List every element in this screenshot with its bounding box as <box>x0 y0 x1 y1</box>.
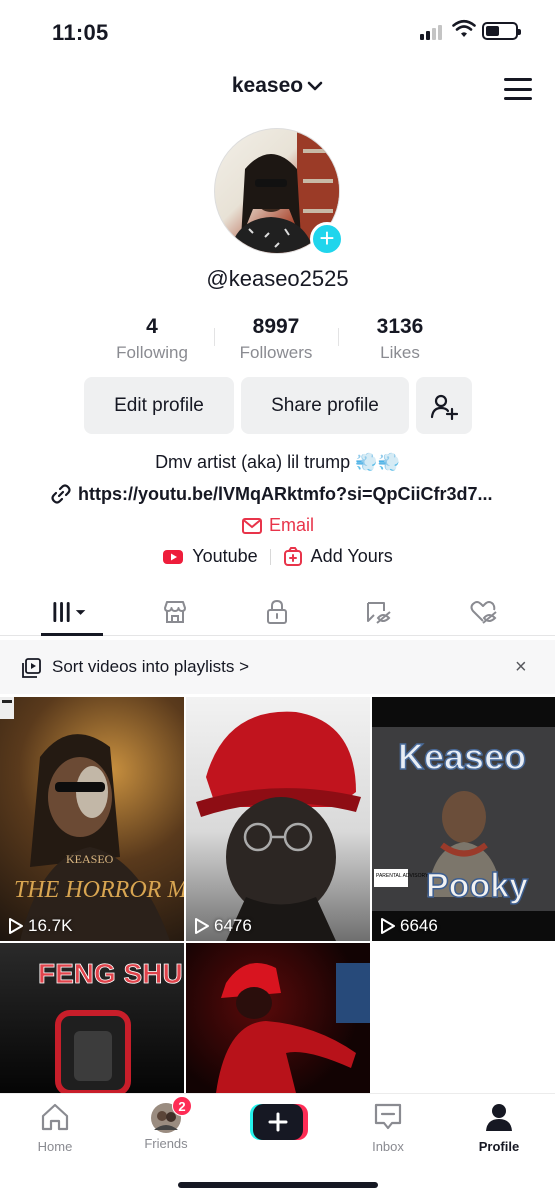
view-count: 16.7K <box>8 916 72 936</box>
grid-icon <box>53 602 86 622</box>
video-tile[interactable]: KEASEO THE HORROR MOVIE 16.7K <box>0 697 184 941</box>
stat-label: Following <box>116 343 188 362</box>
view-count-text: 16.7K <box>28 916 73 935</box>
video-thumbnail <box>216 963 370 1093</box>
lock-icon <box>267 599 287 624</box>
video-thumbnail: Keaseo PARENTAL ADVISORY Pooky <box>372 727 555 911</box>
close-icon[interactable]: × <box>515 656 527 679</box>
add-friend-button[interactable] <box>416 377 472 434</box>
plus-icon <box>250 1104 308 1140</box>
tile-artist: Keaseo <box>398 736 526 777</box>
tab-videos[interactable] <box>52 598 92 626</box>
link-icon <box>51 484 71 504</box>
home-indicator <box>178 1182 378 1188</box>
divider <box>213 328 215 346</box>
link-text: https://youtu.be/lVMqARktmfo?si=QpCiiCfr… <box>78 483 493 504</box>
friends-avatar-wrap: 2 <box>150 1096 192 1134</box>
view-count: 6646 <box>380 916 438 936</box>
content-tabs <box>0 590 555 636</box>
view-count-text: 6646 <box>400 916 438 935</box>
notification-badge: 2 <box>172 1096 192 1116</box>
view-count: 6476 <box>194 916 252 936</box>
email-button[interactable]: Email <box>0 515 555 536</box>
video-thumbnail: FENG SHUI <box>38 958 184 1093</box>
stat-value: 4 <box>146 315 158 338</box>
chevron-down-icon <box>307 81 323 91</box>
hamburger-menu-icon[interactable] <box>504 78 532 100</box>
battery-icon <box>482 22 521 40</box>
stat-label: Likes <box>380 343 420 362</box>
email-label: Email <box>268 515 314 535</box>
video-tile[interactable]: FENG SHUI <box>0 943 184 1093</box>
social-links: Youtube Add Yours <box>0 546 555 567</box>
playlist-icon <box>22 658 41 678</box>
view-count-text: 6476 <box>214 916 252 935</box>
divider <box>337 328 339 346</box>
person-icon <box>486 1104 512 1131</box>
home-icon <box>41 1103 69 1131</box>
create-button[interactable] <box>238 1104 318 1143</box>
username: keaseo <box>231 74 304 97</box>
stat-label: Followers <box>239 343 313 362</box>
divider <box>269 548 271 565</box>
account-switcher[interactable]: keaseo <box>0 74 555 98</box>
video-thumbnail: KEASEO THE HORROR MOVIE <box>0 697 184 941</box>
tab-liked[interactable] <box>463 598 503 626</box>
add-user-icon <box>430 394 458 420</box>
tile-badge: PARENTAL ADVISORY <box>376 873 429 879</box>
profile-link[interactable]: https://youtu.be/lVMqARktmfo?si=QpCiiCfr… <box>50 483 510 505</box>
play-icon <box>9 918 23 934</box>
mail-icon <box>241 517 262 534</box>
tile-artist: KEASEO <box>66 852 114 866</box>
play-icon <box>381 918 395 934</box>
repost-hidden-icon <box>367 602 391 624</box>
profile-bio: Dmv artist (aka) lil trump 💨💨 <box>155 452 400 472</box>
tile-title: THE HORROR MOVIE <box>14 877 184 903</box>
stat-followers[interactable]: 8997 Followers <box>220 314 332 364</box>
nav-profile[interactable]: Profile <box>459 1102 539 1154</box>
active-tab-indicator <box>41 633 103 636</box>
inbox-icon <box>374 1103 402 1130</box>
status-time: 11:05 <box>52 20 109 45</box>
video-tile[interactable]: Keaseo PARENTAL ADVISORY Pooky 6646 <box>372 697 555 941</box>
add-yours-icon <box>283 546 302 566</box>
share-profile-button[interactable]: Share profile <box>241 377 409 434</box>
tab-private[interactable] <box>257 598 297 626</box>
nav-inbox[interactable]: Inbox <box>348 1102 428 1154</box>
profile-handle: @keaseo2525 <box>206 266 349 291</box>
nav-home[interactable]: Home <box>15 1102 95 1154</box>
tile-title: Pooky <box>426 867 528 905</box>
play-icon <box>195 918 209 934</box>
profile-stats: 4 Following 8997 Followers 3136 Likes <box>96 314 456 364</box>
nav-label: Profile <box>478 1139 520 1154</box>
youtube-link[interactable]: Youtube <box>192 546 257 567</box>
heart-hidden-icon <box>470 601 497 624</box>
add-yours-link[interactable]: Add Yours <box>311 546 393 567</box>
youtube-icon <box>163 549 184 564</box>
cellular-signal-icon <box>420 24 442 40</box>
shop-icon <box>164 601 186 623</box>
stat-value: 8997 <box>252 315 300 338</box>
tab-shop[interactable] <box>155 598 195 626</box>
video-thumbnail <box>196 711 361 941</box>
video-tile[interactable] <box>186 943 370 1093</box>
wifi-icon <box>452 19 476 37</box>
tab-reposts[interactable] <box>358 598 398 626</box>
add-story-button[interactable]: + <box>310 222 344 256</box>
tile-title: FENG SHUI <box>38 958 184 989</box>
edit-profile-button[interactable]: Edit profile <box>84 377 234 434</box>
stat-likes[interactable]: 3136 Likes <box>344 314 456 364</box>
video-tile[interactable]: 6476 <box>186 697 370 941</box>
playlist-banner-text: Sort videos into playlists > <box>52 657 250 676</box>
nav-label: Home <box>37 1139 73 1154</box>
nav-label: Inbox <box>372 1139 404 1154</box>
nav-label: Friends <box>144 1136 188 1151</box>
nav-friends[interactable]: 2 Friends <box>126 1096 206 1151</box>
stat-following[interactable]: 4 Following <box>96 314 208 364</box>
stat-value: 3136 <box>376 315 424 338</box>
